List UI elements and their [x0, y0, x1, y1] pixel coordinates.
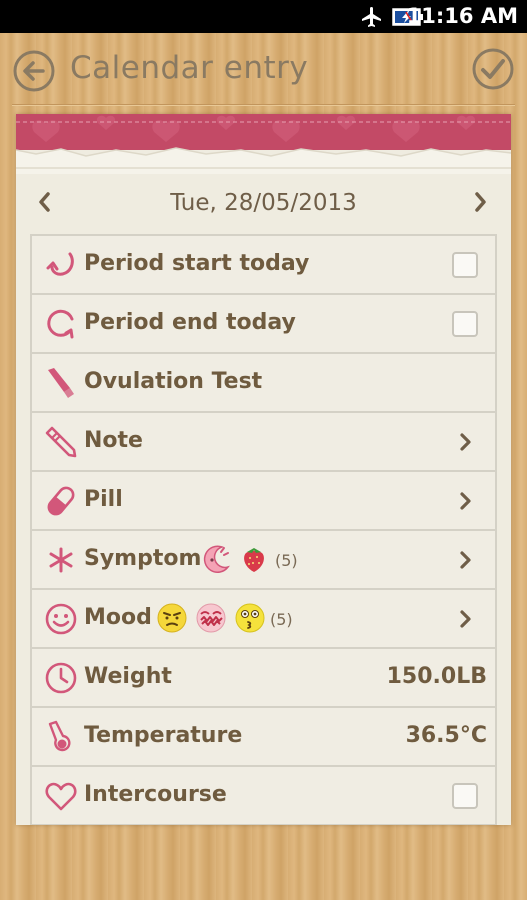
status-time: 11:16 AM [406, 4, 518, 28]
header-divider [12, 104, 515, 106]
row-label: Note [84, 428, 143, 453]
row-label: Mood [84, 605, 152, 630]
selected-date: Tue, 28/05/2013 [170, 190, 357, 216]
symptom-count: (5) [275, 551, 298, 570]
back-arrow-icon[interactable] [12, 49, 56, 93]
row-label: Period end today [84, 310, 296, 335]
row-period-end[interactable]: Period end today [30, 295, 497, 354]
scribble-mouth-face-icon [196, 603, 226, 633]
row-mood[interactable]: Mood (5) [30, 590, 497, 649]
asterisk-icon [49, 547, 73, 573]
pencil-icon [45, 426, 77, 458]
temperature-value: 36.5°C [405, 723, 487, 748]
intercourse-checkbox[interactable] [452, 783, 478, 809]
entry-card: Tue, 28/05/2013 Period start today Perio… [16, 114, 511, 825]
action-bar: Calendar entry [0, 33, 527, 105]
row-symptom[interactable]: Symptom (5) [30, 531, 497, 590]
torn-paper-edge [16, 147, 511, 174]
strawberry-icon [244, 548, 264, 572]
row-label: Intercourse [84, 782, 227, 807]
row-label: Temperature [84, 723, 243, 748]
angry-face-icon [157, 603, 187, 633]
period-end-checkbox[interactable] [452, 311, 478, 337]
checkmark-icon[interactable] [471, 47, 515, 91]
entry-list: Period start today Period end today Ovul… [30, 234, 497, 825]
crescent-face-icon [203, 545, 230, 573]
row-weight[interactable]: Weight 150.0LB [30, 649, 497, 708]
status-bar: 11:16 AM [0, 0, 527, 33]
date-navigator: Tue, 28/05/2013 [16, 184, 511, 224]
chevron-right-icon[interactable] [473, 190, 489, 214]
row-ovulation-test[interactable]: Ovulation Test [30, 354, 497, 413]
row-period-start[interactable]: Period start today [30, 236, 497, 295]
chevron-right-icon [460, 492, 471, 510]
smiley-icon [45, 603, 77, 635]
row-label: Weight [84, 664, 172, 689]
row-note[interactable]: Note [30, 413, 497, 472]
thermometer-icon [48, 720, 71, 752]
mood-count: (5) [270, 610, 293, 629]
chevron-right-icon [460, 551, 471, 569]
row-label: Period start today [84, 251, 310, 276]
heart-icon [45, 782, 77, 811]
chevron-right-icon [460, 433, 471, 451]
row-intercourse[interactable]: Intercourse [30, 767, 497, 825]
clock-icon [45, 662, 77, 694]
period-end-icon [47, 309, 74, 339]
kiss-face-icon [235, 603, 265, 633]
chevron-right-icon [460, 610, 471, 628]
period-start-checkbox[interactable] [452, 252, 478, 278]
ovulation-test-icon [48, 368, 74, 398]
row-pill[interactable]: Pill [30, 472, 497, 531]
pill-icon [47, 486, 75, 516]
airplane-icon [362, 7, 381, 27]
row-label: Symptom [84, 546, 202, 571]
row-label: Ovulation Test [84, 369, 263, 394]
weight-value: 150.0LB [386, 664, 487, 689]
page-title: Calendar entry [70, 50, 309, 86]
row-label: Pill [84, 487, 123, 512]
period-start-icon [46, 252, 74, 276]
row-temperature[interactable]: Temperature 36.5°C [30, 708, 497, 767]
